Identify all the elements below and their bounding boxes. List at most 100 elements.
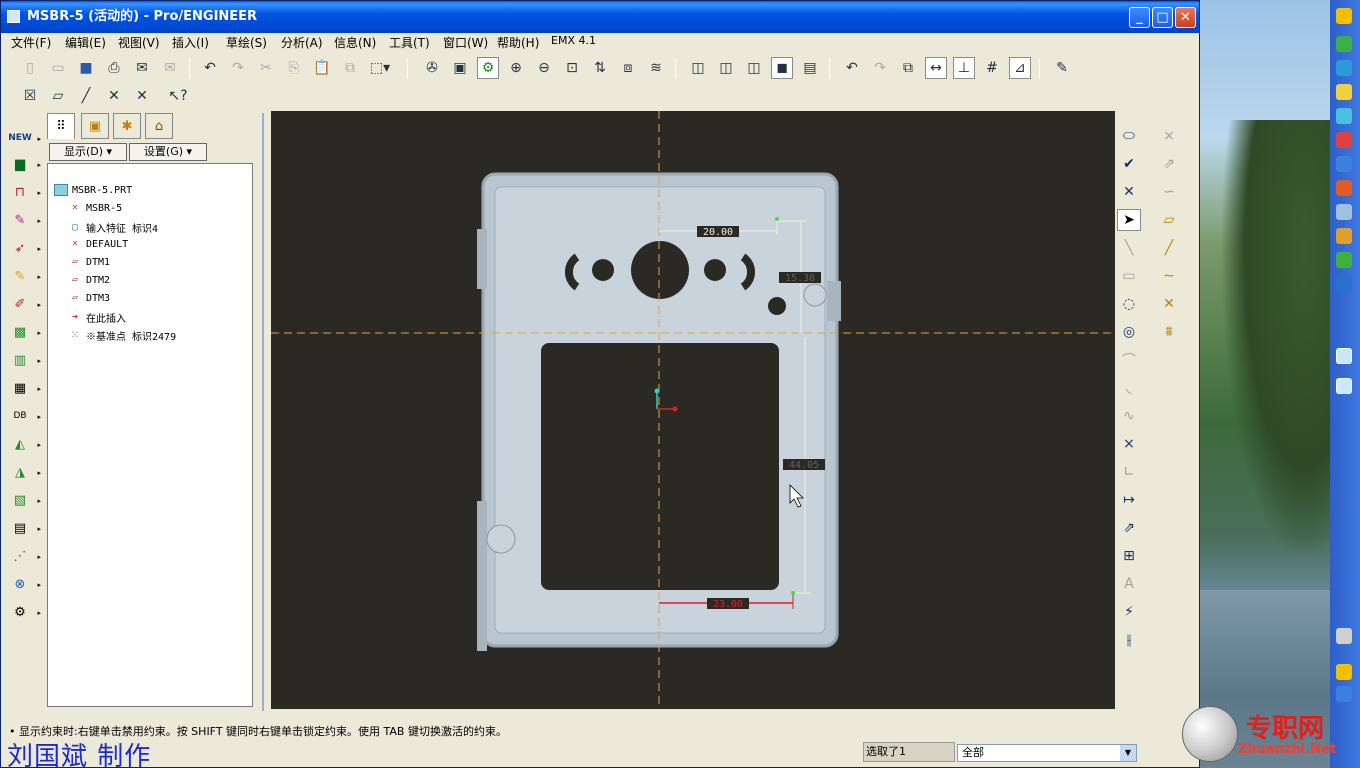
shading-icon[interactable]: ◼ [771, 57, 793, 79]
cancel-x-icon[interactable]: ✕ [1117, 181, 1141, 203]
people-icon[interactable] [1336, 204, 1352, 220]
revolve-icon[interactable]: ⊓ ▸ [7, 181, 41, 203]
saved-views-icon[interactable]: ⧈ [617, 57, 639, 79]
mirror-icon[interactable]: ◭ ▸ [7, 433, 41, 455]
datum-axis-tool-icon[interactable]: ⇗ [1157, 153, 1181, 175]
close-window-icon[interactable]: ☒ [19, 85, 41, 107]
datum-curve-create-icon[interactable]: ∼ [1157, 265, 1181, 287]
menu-emx[interactable]: EMX 4.1 [551, 34, 596, 47]
print-icon[interactable]: ⎙ [103, 57, 125, 79]
zoom-in-icon[interactable]: ⊕ [505, 57, 527, 79]
new-feature-icon[interactable]: NEW ▸ [7, 127, 41, 149]
tree-item-default[interactable]: ✕ DEFAULT [68, 238, 128, 250]
thicken-icon[interactable]: ⋰ ▸ [7, 545, 42, 567]
whats-this-icon[interactable]: ↖? [167, 85, 189, 107]
menu-window[interactable]: 窗口(W) [443, 34, 488, 51]
point-tool-icon[interactable]: × [1117, 433, 1141, 455]
rectangle-tool-icon[interactable]: ▭ [1117, 265, 1141, 287]
window-icon-2[interactable] [1336, 378, 1352, 394]
media-icon[interactable] [1336, 180, 1352, 196]
undo-icon[interactable]: ↶ [199, 57, 221, 79]
panel-splitter[interactable] [257, 113, 269, 711]
tree-item-csys[interactable]: ✕ MSBR-5 [68, 202, 122, 214]
layers-icon[interactable]: ≋ [645, 57, 667, 79]
selection-filter[interactable]: 全部 ▼ [957, 744, 1137, 762]
window-icon[interactable] [1336, 348, 1352, 364]
fillet-tool-icon[interactable]: ◟ [1117, 377, 1141, 399]
shield-icon[interactable] [1336, 36, 1352, 52]
menu-help[interactable]: 帮助(H) [497, 34, 539, 51]
tree-item-datum-point[interactable]: ⁙ ※基准点 标识2479 [68, 328, 176, 344]
constraint-display-icon[interactable]: ⊥ [953, 57, 975, 79]
tree-item-dtm3[interactable]: ▱ DTM3 [68, 292, 110, 304]
circle-tool-icon[interactable]: ◌ [1117, 293, 1141, 315]
tab-model-tree[interactable]: ⠿ [47, 113, 75, 139]
context-help-icon[interactable]: ✎ [1051, 57, 1073, 79]
pattern-icon[interactable]: DB ▸ [7, 405, 41, 427]
model-tree-icon[interactable]: ▤ [799, 57, 821, 79]
datum-plane-display-icon[interactable]: ▱ [47, 85, 69, 107]
tab-connections[interactable]: ⌂ [145, 113, 173, 139]
draft-icon[interactable]: ▦ ▸ [7, 377, 41, 399]
save-icon[interactable]: ■ [75, 57, 97, 79]
menu-view[interactable]: 视图(V) [118, 34, 160, 51]
grid-display-icon[interactable]: # [981, 57, 1003, 79]
merge-icon[interactable]: ◮ ▸ [7, 461, 41, 483]
line-tool-icon[interactable]: ╲ [1117, 237, 1141, 259]
warning-icon[interactable] [1336, 84, 1352, 100]
menu-tools[interactable]: 工具(T) [389, 34, 430, 51]
hidden-line-icon[interactable]: ◫ [715, 57, 737, 79]
solidify-icon[interactable]: ⊗ ▸ [7, 573, 41, 595]
dim-label-4[interactable]: 23.00 [713, 599, 743, 610]
wireframe-icon[interactable]: ◫ [687, 57, 709, 79]
tree-item-dtm2[interactable]: ▱ DTM2 [68, 274, 110, 286]
dimension-tool-icon[interactable]: ↦ [1117, 489, 1141, 511]
sketch-orient-icon[interactable]: ⧉ [897, 57, 919, 79]
reorient-icon[interactable]: ⇅ [589, 57, 611, 79]
trim-tool-icon[interactable]: ⚡ [1117, 601, 1141, 623]
tree-item-part[interactable]: MSBR-5.PRT [54, 184, 132, 196]
windows-flag-icon[interactable] [1336, 8, 1352, 24]
chevron-down-icon[interactable]: ▼ [1120, 745, 1136, 761]
network-icon[interactable] [1336, 156, 1352, 172]
dim-label-3[interactable]: 44.05 [789, 460, 819, 471]
datum-axis-create-icon[interactable]: ╱ [1157, 237, 1181, 259]
csys-create-icon[interactable]: ⩩ [1157, 321, 1181, 343]
use-edge-icon[interactable]: ∟ [1117, 461, 1141, 483]
tree-item-dtm1[interactable]: ▱ DTM1 [68, 256, 110, 268]
sketch-mode-icon[interactable]: ⚙ [477, 57, 499, 79]
show-dropdown[interactable]: 显示(D) ▾ [49, 143, 127, 161]
blend-icon[interactable]: ➶ ▸ [7, 237, 41, 259]
cut-icon[interactable]: ✂ [255, 57, 277, 79]
no-hidden-icon[interactable]: ◫ [743, 57, 765, 79]
trim-icon[interactable]: ▧ ▸ [7, 489, 41, 511]
dim-label-2[interactable]: 15.38 [785, 273, 815, 284]
accept-check-icon[interactable]: ✔ [1117, 153, 1141, 175]
sweep-icon[interactable]: ✎ ▸ [7, 209, 41, 231]
datum-plane-tool-icon[interactable]: ▱ [1157, 209, 1181, 231]
email-link-icon[interactable]: ✉ [159, 57, 181, 79]
keyboard-icon[interactable] [1336, 628, 1352, 644]
rib-icon[interactable]: ▥ ▸ [7, 349, 41, 371]
mirror-tool-icon[interactable]: ⫲ [1117, 629, 1141, 651]
sketch-view-icon[interactable]: ▣ [449, 57, 471, 79]
graphics-window[interactable]: 20.00 15.38 44.05 23.00 [271, 111, 1115, 709]
datum-curve-tool-icon[interactable]: ∽ [1157, 181, 1181, 203]
tab-folder-browser[interactable]: ▣ [81, 113, 109, 139]
paste-special-icon[interactable]: ⧉ [339, 57, 361, 79]
select-arrow-icon[interactable]: ➤ [1117, 209, 1141, 231]
copy-icon[interactable]: ⎘ [283, 57, 305, 79]
datum-point-tool-icon[interactable]: × [1157, 125, 1181, 147]
constraint-tool-icon[interactable]: ⊞ [1117, 545, 1141, 567]
shell-icon[interactable]: ▩ ▸ [7, 321, 41, 343]
redo-sketch-icon[interactable]: ↷ [869, 57, 891, 79]
ie-icon[interactable] [1336, 276, 1352, 292]
new-file-icon[interactable]: ▯ [19, 57, 41, 79]
browser-icon[interactable] [1336, 108, 1352, 124]
close-button[interactable]: ✕ [1175, 7, 1196, 28]
title-bar[interactable]: MSBR-5 (活动的) - Pro/ENGINEER _ □ ✕ [1, 1, 1199, 33]
paste-icon[interactable]: 📋 [311, 57, 333, 79]
maximize-button[interactable]: □ [1152, 7, 1173, 28]
datum-point-display-icon[interactable]: ✕ [103, 85, 125, 107]
tab-favorites[interactable]: ✱ [113, 113, 141, 139]
